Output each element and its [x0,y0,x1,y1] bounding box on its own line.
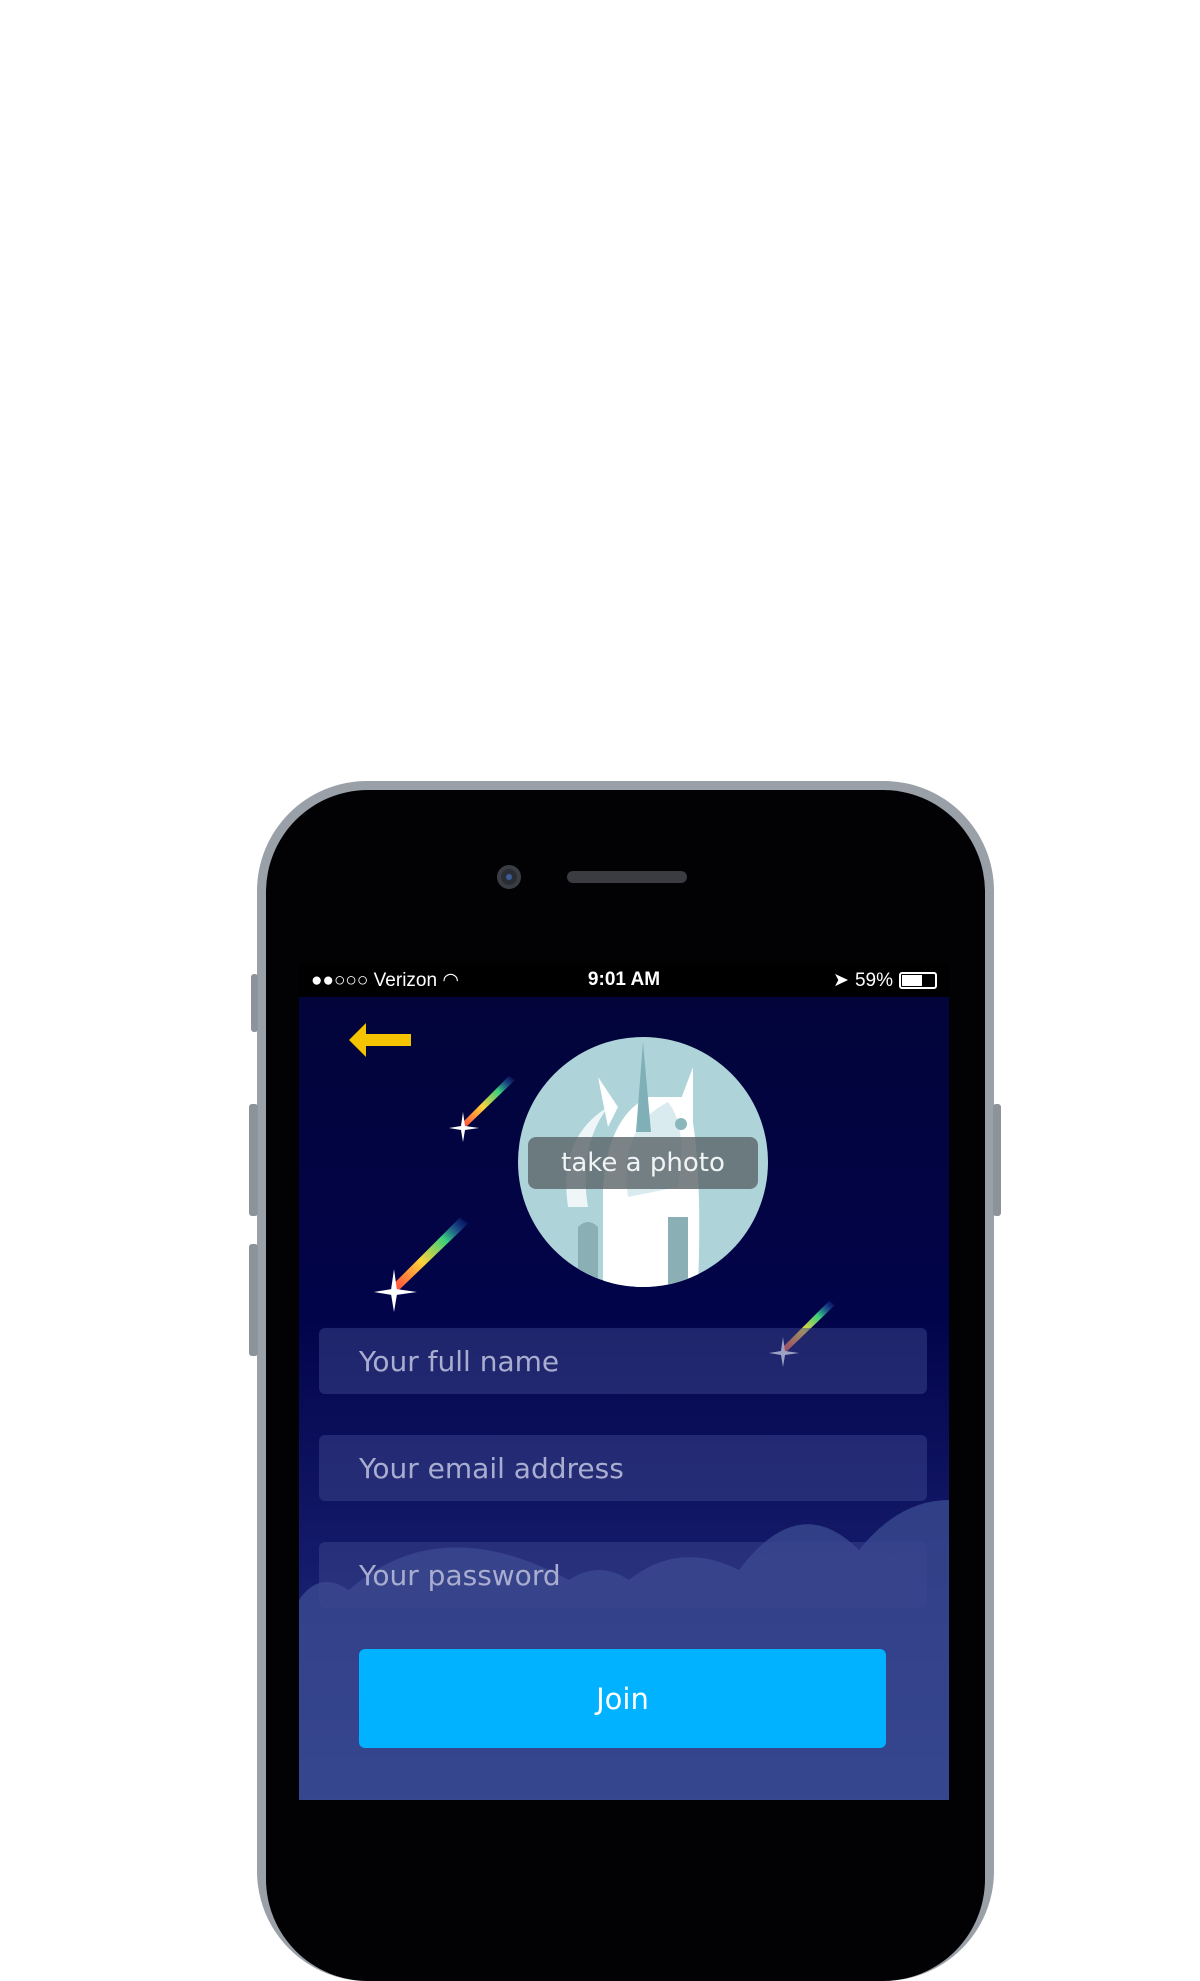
mute-switch [251,974,258,1032]
clouds-decoration [299,1500,949,1800]
shooting-star-icon [449,1076,515,1142]
volume-down-button [249,1244,258,1356]
power-button [993,1104,1001,1216]
signup-screen: take a photo Your full name Your email a… [299,997,949,1800]
full-name-input[interactable]: Your full name [319,1328,927,1394]
email-placeholder: Your email address [359,1451,624,1485]
battery-percent: 59% [854,969,893,991]
shooting-star-icon [374,1217,469,1312]
take-photo-button[interactable]: take a photo [528,1137,758,1189]
full-name-placeholder: Your full name [359,1344,560,1378]
location-icon: ➤ [833,970,849,991]
screen: ●●○○○ Verizon ◠ 9:01 AM ➤ 59% take a phot… [299,963,949,1800]
battery-icon [899,972,937,989]
earpiece-speaker [567,871,687,883]
join-label: Join [596,1681,649,1716]
status-bar: ●●○○○ Verizon ◠ 9:01 AM ➤ 59% [299,963,949,997]
password-input[interactable]: Your password [319,1542,927,1608]
take-photo-label: take a photo [561,1148,725,1178]
email-input[interactable]: Your email address [319,1435,927,1501]
volume-up-button [249,1104,258,1216]
arrow-left-icon[interactable] [349,1023,411,1057]
front-camera [497,865,521,889]
join-button[interactable]: Join [359,1649,886,1748]
password-placeholder: Your password [359,1558,561,1592]
avatar-photo[interactable]: take a photo [518,1037,768,1287]
